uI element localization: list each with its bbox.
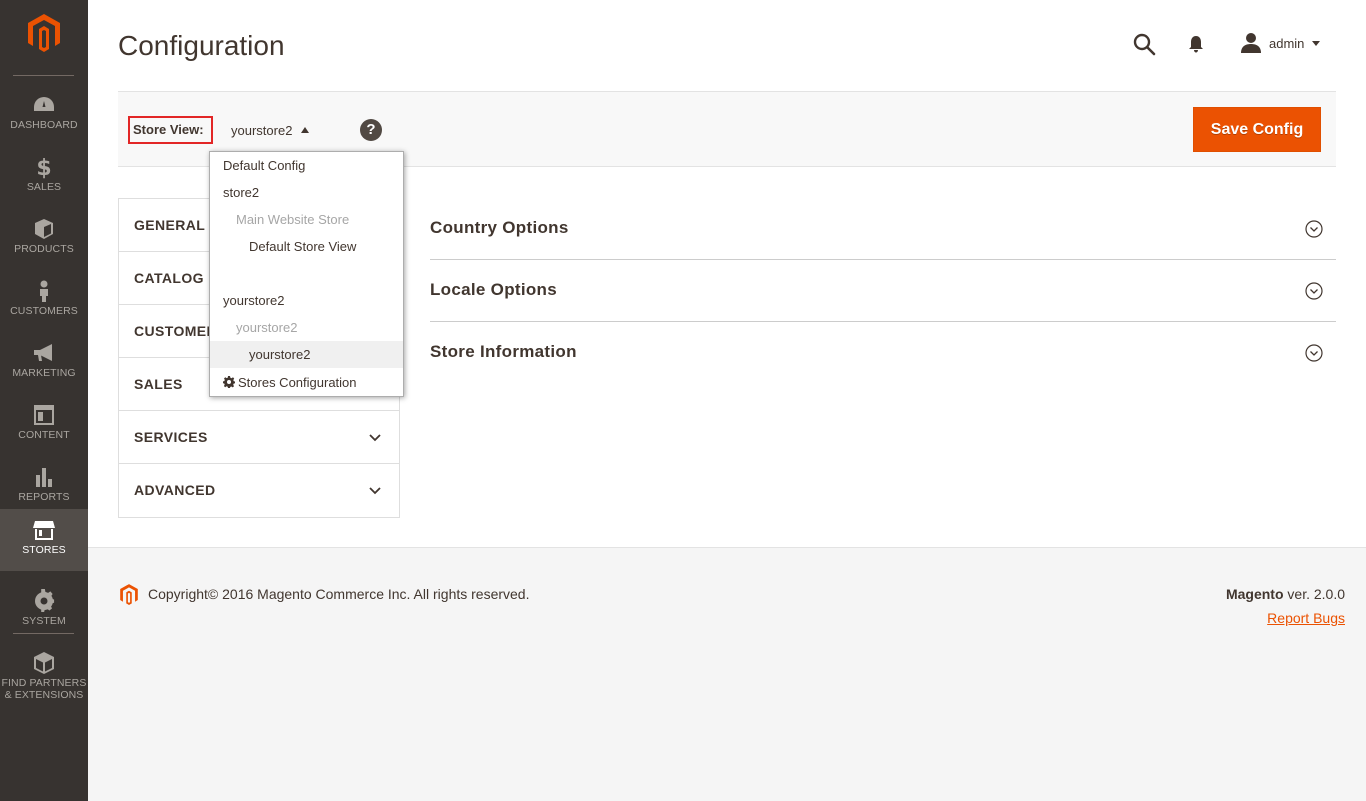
version-text: Magento ver. 2.0.0 xyxy=(1226,586,1345,602)
sidebar-item-label: REPORTS xyxy=(18,491,70,503)
dropdown-item-website-store2[interactable]: store2 xyxy=(210,179,403,206)
box-icon xyxy=(0,217,88,243)
gear-icon xyxy=(0,589,88,615)
dropdown-item-default-config[interactable]: Default Config xyxy=(210,152,403,179)
section-locale-options[interactable]: Locale Options xyxy=(430,260,1336,322)
brand-name: Magento xyxy=(1225,586,1284,602)
person-icon xyxy=(0,279,88,305)
section-title: Country Options xyxy=(430,218,569,237)
sidebar-item-sales[interactable]: $ SALES xyxy=(0,146,88,208)
search-icon[interactable] xyxy=(1132,32,1156,56)
chevron-down-icon xyxy=(369,434,381,442)
sidebar-item-label: CONTENT xyxy=(18,429,70,441)
sidebar-item-label: SYSTEM xyxy=(22,615,66,627)
chevron-down-icon xyxy=(369,487,381,495)
sidebar-item-dashboard[interactable]: DASHBOARD xyxy=(0,84,88,146)
sidebar-item-stores[interactable]: STORES xyxy=(0,509,88,571)
dollar-icon: $ xyxy=(0,155,88,181)
magento-logo-icon xyxy=(120,584,138,605)
store-view-dropdown: Default Config store2 Main Website Store… xyxy=(209,151,404,397)
sidebar-item-label: SALES xyxy=(26,181,62,193)
dropdown-item-yourstore2-view[interactable]: yourstore2 xyxy=(210,341,403,368)
sidebar-item-label-2: & EXTENSIONS xyxy=(4,689,84,701)
dropdown-item-label: Stores Configuration xyxy=(238,375,357,390)
svg-text:$: $ xyxy=(36,156,51,179)
user-icon xyxy=(1241,33,1261,53)
dashboard-icon xyxy=(0,93,88,119)
sidebar-item-content[interactable]: CONTENT xyxy=(0,394,88,456)
storefront-icon xyxy=(0,518,88,544)
gear-icon xyxy=(223,376,235,388)
sidebar-item-customers[interactable]: CUSTOMERS xyxy=(0,270,88,332)
store-view-current: yourstore2 xyxy=(231,122,293,138)
tab-label: SERVICES xyxy=(134,429,208,445)
section-store-information[interactable]: Store Information xyxy=(430,322,1336,384)
tab-label: ADVANCED xyxy=(134,482,216,498)
tab-services[interactable]: SERVICES xyxy=(119,411,399,464)
expand-circle-icon xyxy=(1305,282,1323,300)
section-country-options[interactable]: Country Options xyxy=(430,198,1336,260)
sidebar-item-label: STORES xyxy=(22,544,66,556)
sidebar-item-marketing[interactable]: MARKETING xyxy=(0,332,88,394)
dropdown-group-yourstore2: yourstore2 xyxy=(236,320,298,335)
tab-label: GENERAL xyxy=(134,217,206,233)
sidebar-item-products[interactable]: PRODUCTS xyxy=(0,208,88,270)
store-view-label: Store View: xyxy=(128,116,213,144)
admin-sidebar: DASHBOARD $ SALES PRODUCTS CUSTOMERS MAR… xyxy=(0,0,88,801)
help-icon[interactable]: ? xyxy=(360,119,382,141)
user-menu[interactable]: admin xyxy=(1240,30,1321,56)
user-name: admin xyxy=(1269,35,1305,51)
store-view-toggle[interactable]: yourstore2 xyxy=(231,121,310,139)
chevron-up-icon xyxy=(301,127,310,133)
layout-icon xyxy=(0,403,88,429)
logo-divider xyxy=(13,75,74,76)
sidebar-item-label: FIND PARTNERS xyxy=(1,677,87,689)
chevron-down-icon xyxy=(1312,40,1321,46)
sidebar-item-label: PRODUCTS xyxy=(14,243,74,255)
megaphone-icon xyxy=(0,341,88,367)
tab-label: SALES xyxy=(134,376,183,392)
sidebar-divider xyxy=(13,633,74,634)
sidebar-item-label: MARKETING xyxy=(12,367,76,379)
dropdown-item-stores-configuration[interactable]: Stores Configuration xyxy=(210,369,403,396)
tab-label: CATALOG xyxy=(134,270,204,286)
section-title: Locale Options xyxy=(430,280,557,299)
bar-chart-icon xyxy=(0,465,88,491)
tab-advanced[interactable]: ADVANCED xyxy=(119,464,399,517)
save-config-button[interactable]: Save Config xyxy=(1193,107,1321,152)
section-title: Store Information xyxy=(430,342,577,361)
bell-icon[interactable] xyxy=(1186,34,1206,54)
dropdown-item-default-store-view[interactable]: Default Store View xyxy=(210,233,403,260)
version-number: ver. 2.0.0 xyxy=(1287,586,1345,602)
cube-icon xyxy=(0,651,88,677)
expand-circle-icon xyxy=(1305,344,1323,362)
copyright-text: Copyright© 2016 Magento Commerce Inc. Al… xyxy=(148,586,530,602)
sidebar-item-label: CUSTOMERS xyxy=(10,305,78,317)
expand-circle-icon xyxy=(1305,220,1323,238)
report-bugs-link[interactable]: Report Bugs xyxy=(1267,610,1345,626)
dropdown-item-website-yourstore2[interactable]: yourstore2 xyxy=(210,287,403,314)
sidebar-item-label: DASHBOARD xyxy=(10,119,78,131)
dropdown-group-main-website-store: Main Website Store xyxy=(236,212,350,227)
page-title: Configuration xyxy=(118,30,285,61)
magento-logo-icon[interactable] xyxy=(24,12,64,52)
sidebar-item-find-partners[interactable]: FIND PARTNERS & EXTENSIONS xyxy=(0,642,88,702)
